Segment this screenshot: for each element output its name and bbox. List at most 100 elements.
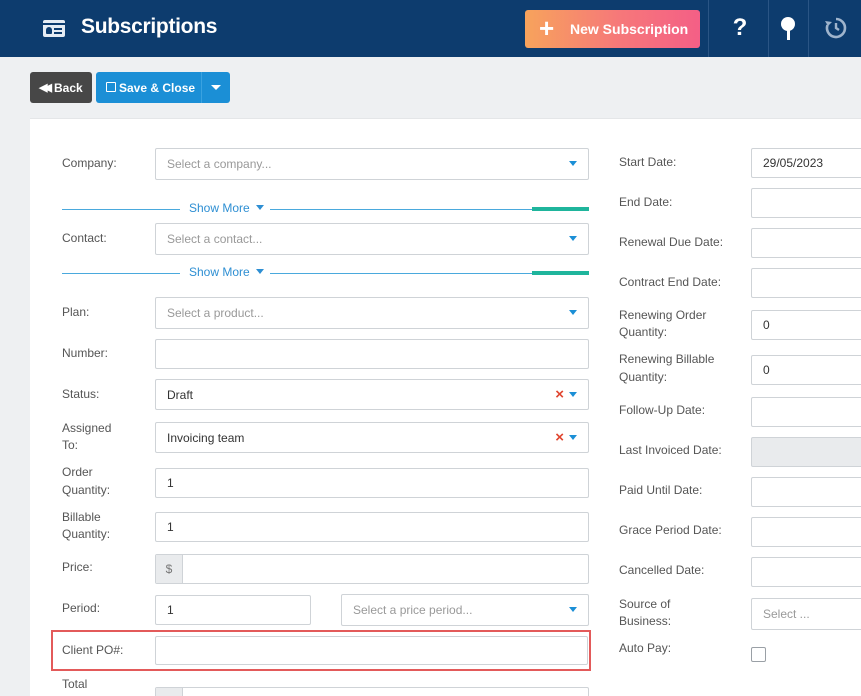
renewing-order-quantity-value: 0	[763, 318, 770, 332]
client-po-label: Client PO#:	[62, 643, 124, 657]
contract-end-date-label: Contract End Date:	[619, 275, 722, 289]
billable-quantity-input[interactable]: 1	[155, 512, 589, 542]
contract-end-date-input[interactable]	[751, 268, 861, 298]
renewing-order-quantity-input[interactable]: 0	[751, 310, 861, 340]
cancelled-date-label: Cancelled Date:	[619, 563, 705, 577]
period-input[interactable]: 1	[155, 595, 311, 625]
back-button[interactable]: ◀◀ Back	[30, 72, 92, 103]
progress-indicator	[532, 207, 589, 211]
header-divider	[808, 0, 809, 57]
plan-label: Plan:	[62, 305, 90, 319]
company-label: Company:	[62, 156, 117, 170]
grace-period-date-label: Grace Period Date:	[619, 523, 722, 537]
renewing-order-quantity-label-line1: Renewing Order	[619, 308, 707, 322]
plan-placeholder: Select a product...	[167, 306, 264, 320]
billable-quantity-value: 1	[167, 520, 174, 534]
pin-icon[interactable]	[781, 17, 795, 41]
renewing-billable-quantity-label-line2: Quantity:	[619, 370, 668, 384]
contact-placeholder: Select a contact...	[167, 232, 263, 246]
caret-down-icon	[569, 607, 577, 612]
currency-prefix: $	[156, 555, 183, 583]
period-label: Period:	[62, 601, 101, 615]
show-more-link[interactable]: Show More	[189, 201, 250, 215]
order-quantity-value: 1	[167, 476, 174, 490]
contact-label: Contact:	[62, 231, 107, 245]
currency-prefix	[156, 688, 183, 696]
renewing-billable-quantity-label-line1: Renewing Billable	[619, 352, 715, 366]
history-icon[interactable]	[824, 16, 848, 40]
save-options-dropdown[interactable]	[201, 72, 230, 103]
renewal-due-date-label: Renewal Due Date:	[619, 235, 724, 249]
order-quantity-label-line2: Quantity:	[62, 483, 111, 497]
source-of-business-select[interactable]: Select ...	[751, 598, 861, 630]
caret-down-icon	[569, 161, 577, 166]
source-of-business-label-line2: Business:	[619, 614, 672, 628]
start-date-label: Start Date:	[619, 155, 677, 169]
auto-pay-checkbox[interactable]	[751, 647, 766, 662]
source-of-business-label-line1: Source of	[619, 597, 671, 611]
last-invoiced-date-label: Last Invoiced Date:	[619, 443, 722, 457]
assigned-to-label-line1: Assigned	[62, 421, 112, 435]
clear-icon[interactable]: ×	[555, 386, 564, 403]
floppy-disk-icon	[106, 82, 116, 92]
company-select[interactable]: Select a company...	[155, 148, 589, 180]
caret-down-icon	[569, 310, 577, 315]
page-title: Subscriptions	[81, 15, 218, 38]
status-label: Status:	[62, 387, 100, 401]
order-quantity-input[interactable]: 1	[155, 468, 589, 498]
question-mark-icon[interactable]: ?	[726, 14, 754, 42]
assigned-to-value: Invoicing team	[167, 430, 245, 445]
price-label: Price:	[62, 560, 93, 574]
show-more-divider	[270, 209, 532, 210]
save-close-label: Save & Close	[119, 81, 196, 95]
paid-until-date-label: Paid Until Date:	[619, 483, 703, 497]
total-input[interactable]	[155, 687, 589, 696]
plan-select[interactable]: Select a product...	[155, 297, 589, 329]
status-select[interactable]: Draft ×	[155, 379, 589, 410]
client-po-input[interactable]	[155, 636, 588, 665]
show-more-divider	[270, 273, 532, 274]
caret-down-icon	[256, 269, 264, 274]
assigned-to-select[interactable]: Invoicing team ×	[155, 422, 589, 453]
paid-until-date-input[interactable]	[751, 477, 861, 507]
price-input[interactable]: $	[155, 554, 589, 584]
price-period-select[interactable]: Select a price period...	[341, 594, 589, 626]
caret-down-icon	[569, 236, 577, 241]
renewing-order-quantity-label-line2: Quantity:	[619, 325, 668, 339]
start-date-value: 29/05/2023	[763, 156, 824, 170]
caret-down-icon	[256, 205, 264, 210]
show-more-link[interactable]: Show More	[189, 265, 250, 279]
billable-quantity-label-line2: Quantity:	[62, 527, 111, 541]
number-input[interactable]	[155, 339, 589, 369]
plus-icon: +	[539, 13, 555, 43]
billable-quantity-label-line1: Billable	[62, 510, 101, 524]
show-more-divider	[62, 209, 180, 210]
contact-select[interactable]: Select a contact...	[155, 223, 589, 255]
caret-down-icon	[569, 434, 577, 440]
end-date-label: End Date:	[619, 195, 673, 209]
renewal-due-date-input[interactable]	[751, 228, 861, 258]
header-divider	[708, 0, 709, 57]
caret-down-icon	[211, 85, 221, 90]
clear-icon[interactable]: ×	[555, 429, 564, 446]
follow-up-date-input[interactable]	[751, 397, 861, 427]
save-close-button[interactable]: Save & Close	[96, 72, 201, 103]
start-date-input[interactable]: 29/05/2023	[751, 148, 861, 178]
grace-period-date-input[interactable]	[751, 517, 861, 547]
progress-indicator	[532, 271, 589, 275]
total-label: Total	[62, 677, 88, 691]
show-more-divider	[62, 273, 180, 274]
period-value: 1	[167, 603, 174, 617]
renewing-billable-quantity-value: 0	[763, 363, 770, 377]
cancelled-date-input[interactable]	[751, 557, 861, 587]
end-date-input[interactable]	[751, 188, 861, 218]
source-of-business-placeholder: Select ...	[763, 607, 810, 621]
number-label: Number:	[62, 346, 109, 360]
status-value: Draft	[167, 387, 194, 402]
price-period-placeholder: Select a price period...	[353, 603, 473, 617]
company-placeholder: Select a company...	[167, 157, 272, 171]
last-invoiced-date-input	[751, 437, 861, 467]
renewing-billable-quantity-input[interactable]: 0	[751, 355, 861, 385]
header-divider	[768, 0, 769, 57]
new-subscription-button[interactable]: + New Subscription	[525, 10, 700, 48]
